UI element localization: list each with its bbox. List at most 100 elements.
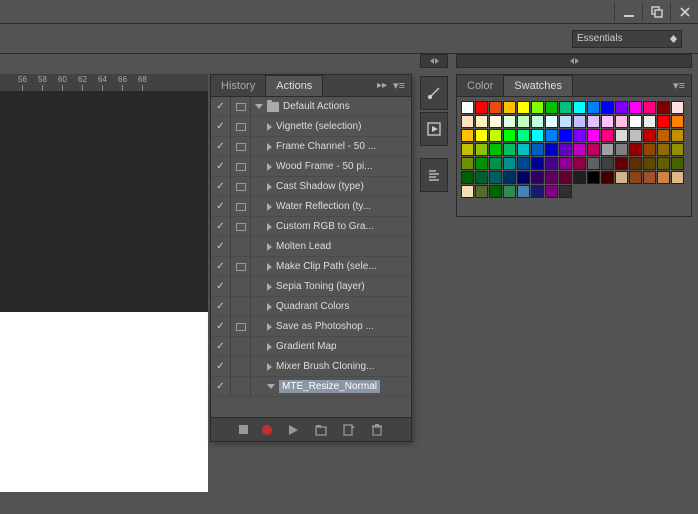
swatch[interactable] — [461, 157, 474, 170]
swatch[interactable] — [601, 101, 614, 114]
action-row[interactable]: ✓Molten Lead — [211, 237, 411, 257]
swatch[interactable] — [559, 157, 572, 170]
swatch[interactable] — [629, 171, 642, 184]
collapse-handle[interactable] — [420, 54, 448, 68]
action-row[interactable]: ✓Vignette (selection) — [211, 117, 411, 137]
swatch[interactable] — [615, 115, 628, 128]
swatch[interactable] — [601, 129, 614, 142]
swatch[interactable] — [643, 157, 656, 170]
swatch[interactable] — [573, 157, 586, 170]
swatch[interactable] — [559, 171, 572, 184]
tab-history[interactable]: History — [211, 75, 265, 96]
swatch[interactable] — [461, 171, 474, 184]
swatch[interactable] — [629, 115, 642, 128]
swatch[interactable] — [657, 143, 670, 156]
canvas-document[interactable] — [0, 312, 208, 492]
swatch[interactable] — [643, 115, 656, 128]
swatch[interactable] — [657, 115, 670, 128]
swatch[interactable] — [503, 185, 516, 198]
action-row[interactable]: ✓Frame Channel - 50 ... — [211, 137, 411, 157]
swatch[interactable] — [573, 171, 586, 184]
new-action-button[interactable] — [342, 423, 356, 437]
swatch[interactable] — [545, 185, 558, 198]
close-button[interactable] — [670, 2, 698, 22]
swatches-collapse-handle[interactable] — [456, 54, 692, 68]
action-row[interactable]: ✓Mixer Brush Cloning... — [211, 357, 411, 377]
swatch[interactable] — [503, 115, 516, 128]
dialog-toggle-icon[interactable] — [236, 223, 246, 231]
disclosure-right-icon[interactable] — [267, 363, 272, 371]
swatch[interactable] — [489, 157, 502, 170]
dialog-toggle-icon[interactable] — [236, 203, 246, 211]
swatch[interactable] — [489, 115, 502, 128]
swatch[interactable] — [475, 129, 488, 142]
swatch[interactable] — [559, 143, 572, 156]
disclosure-down-icon[interactable] — [267, 384, 275, 389]
swatch[interactable] — [489, 171, 502, 184]
swatch[interactable] — [461, 185, 474, 198]
swatch[interactable] — [615, 129, 628, 142]
swatch[interactable] — [531, 129, 544, 142]
action-row[interactable]: ✓Quadrant Colors — [211, 297, 411, 317]
collapse-panel-icon[interactable]: ▸▸ — [377, 80, 387, 91]
swatch[interactable] — [517, 171, 530, 184]
swatch[interactable] — [545, 157, 558, 170]
swatch[interactable] — [615, 143, 628, 156]
swatch[interactable] — [475, 115, 488, 128]
swatch[interactable] — [671, 101, 684, 114]
swatch[interactable] — [671, 157, 684, 170]
swatch[interactable] — [657, 129, 670, 142]
swatch[interactable] — [503, 101, 516, 114]
dialog-toggle-icon[interactable] — [236, 323, 246, 331]
swatch[interactable] — [643, 129, 656, 142]
swatch[interactable] — [517, 101, 530, 114]
swatch[interactable] — [559, 129, 572, 142]
play-button[interactable] — [286, 423, 300, 437]
disclosure-right-icon[interactable] — [267, 283, 272, 291]
stop-button[interactable] — [239, 425, 248, 434]
tab-actions[interactable]: Actions — [265, 75, 323, 96]
swatch[interactable] — [503, 143, 516, 156]
swatch[interactable] — [475, 185, 488, 198]
action-row[interactable]: ✓Save as Photoshop ... — [211, 317, 411, 337]
disclosure-right-icon[interactable] — [267, 123, 272, 131]
swatch[interactable] — [531, 185, 544, 198]
disclosure-right-icon[interactable] — [267, 203, 272, 211]
swatch[interactable] — [517, 143, 530, 156]
swatch[interactable] — [615, 171, 628, 184]
action-row[interactable]: ✓Make Clip Path (sele... — [211, 257, 411, 277]
swatch[interactable] — [517, 185, 530, 198]
swatch[interactable] — [629, 101, 642, 114]
swatch[interactable] — [461, 143, 474, 156]
swatch[interactable] — [461, 129, 474, 142]
swatch[interactable] — [629, 157, 642, 170]
swatch[interactable] — [601, 171, 614, 184]
swatch[interactable] — [503, 171, 516, 184]
action-row-selected[interactable]: ✓ MTE_Resize_Normal — [211, 377, 411, 397]
swatch[interactable] — [475, 101, 488, 114]
swatch[interactable] — [573, 115, 586, 128]
swatch[interactable] — [475, 157, 488, 170]
swatch[interactable] — [615, 101, 628, 114]
paragraph-panel-icon[interactable] — [420, 158, 448, 192]
swatch[interactable] — [503, 129, 516, 142]
swatch[interactable] — [461, 115, 474, 128]
swatch[interactable] — [601, 157, 614, 170]
action-row[interactable]: ✓Gradient Map — [211, 337, 411, 357]
swatch[interactable] — [615, 157, 628, 170]
swatch[interactable] — [657, 101, 670, 114]
panel-menu-icon[interactable]: ▾≡ — [393, 79, 407, 92]
canvas-background[interactable] — [0, 92, 208, 312]
swatch[interactable] — [531, 157, 544, 170]
dialog-toggle-icon[interactable] — [236, 103, 246, 111]
disclosure-right-icon[interactable] — [267, 183, 272, 191]
disclosure-right-icon[interactable] — [267, 343, 272, 351]
swatch[interactable] — [559, 115, 572, 128]
action-set-row[interactable]: ✓ Default Actions — [211, 97, 411, 117]
swatch[interactable] — [517, 157, 530, 170]
swatch[interactable] — [545, 129, 558, 142]
swatch[interactable] — [489, 101, 502, 114]
disclosure-right-icon[interactable] — [267, 163, 272, 171]
dialog-toggle-icon[interactable] — [236, 263, 246, 271]
swatch[interactable] — [545, 115, 558, 128]
